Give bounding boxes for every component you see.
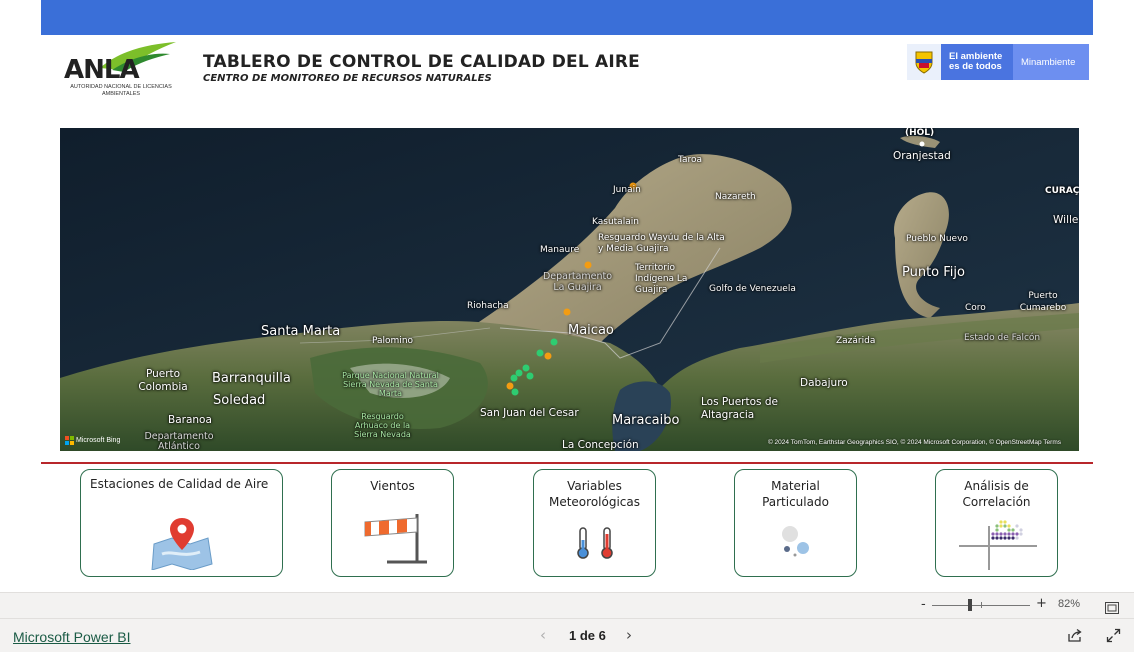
station-marker[interactable] — [510, 374, 518, 382]
station-marker[interactable] — [536, 349, 544, 357]
page-indicator: 1 de 6 — [569, 628, 606, 643]
map-label-pueblo-nuevo: Pueblo Nuevo — [906, 234, 968, 244]
map-label-santa-marta: Santa Marta — [261, 324, 341, 339]
top-banner — [41, 0, 1093, 35]
nav-card-estaciones[interactable]: Estaciones de Calidad de Aire — [80, 469, 283, 577]
city-dot — [919, 141, 925, 147]
map-label-riohacha: Riohacha — [467, 301, 509, 311]
map-label-kasutalain: Kasutalain — [592, 217, 639, 227]
footer-bar: Microsoft Power BI ‹ 1 de 6 › — [0, 618, 1134, 652]
powerbi-report-viewer: ANLA AUTORIDAD NACIONAL DE LICENCIAS AMB… — [0, 0, 1134, 652]
thermometer-icon — [573, 526, 617, 564]
station-marker[interactable] — [511, 388, 519, 396]
map-provider: Microsoft Bing — [76, 437, 121, 444]
station-marker[interactable] — [522, 364, 530, 372]
station-marker[interactable] — [526, 372, 534, 380]
map-label-la-concepcion: La Concepción — [562, 439, 639, 451]
powerbi-link[interactable]: Microsoft Power BI — [13, 629, 130, 645]
zoom-slider-thumb[interactable] — [968, 599, 972, 611]
map-label-parque-nacional: Parque Nacional Natural Sierra Nevada de… — [342, 371, 439, 398]
map-label-palomino: Palomino — [372, 336, 414, 346]
station-marker[interactable] — [563, 308, 571, 316]
zoom-out-button[interactable]: - — [921, 597, 926, 612]
map-label-hol: (HOL) — [905, 128, 935, 138]
map-label-puerto-colombia: Puerto Colombia — [138, 368, 188, 393]
minambiente-slogan: El ambiente es de todos — [949, 51, 1003, 72]
nav-card-label: Variables Meteorológicas — [548, 479, 640, 509]
map-label-soledad: Soledad — [213, 393, 266, 408]
map-label-manaure: Manaure — [540, 245, 580, 255]
nav-card-label: Estaciones de Calidad de Aire — [90, 477, 269, 491]
nav-card-label: Material Particulado — [762, 479, 829, 509]
map-pin-icon — [150, 514, 214, 574]
map-label-departamento-guajira: Departamento La Guajira — [542, 271, 613, 293]
map-label-estado-falcon: Estado de Falcón — [964, 333, 1041, 343]
zoom-level: 82% — [1058, 598, 1081, 610]
map-label-wille: Wille — [1053, 214, 1079, 226]
map-label-puerto-cumarebo: Puerto Cumarebo — [1019, 291, 1067, 313]
map-label-resguardo-arhuaco: Resguardo Arhuaco de la Sierra Nevada — [354, 412, 411, 439]
map-label-san-juan: San Juan del Cesar — [480, 407, 579, 419]
map-label-los-puertos: Los Puertos de Altagracia — [701, 396, 778, 421]
map-label-maracaibo: Maracaibo — [612, 413, 680, 428]
map-label-territorio-indigena: Territorio Indígena La Guajira — [635, 263, 688, 295]
bing-logo: Microsoft Bing — [65, 436, 120, 445]
map-label-dabajuro: Dabajuro — [800, 377, 848, 389]
nav-card-material-particulado[interactable]: Material Particulado — [734, 469, 857, 577]
share-icon[interactable] — [1067, 628, 1082, 643]
map-label-resguardo-wayuu: Resguardo Wayúu de la Alta y Media Guaji… — [598, 233, 725, 254]
windsock-icon — [357, 504, 429, 570]
zoom-bar: - + 82% — [0, 592, 1134, 618]
zoom-slider-default-tick — [981, 602, 982, 608]
zoom-in-button[interactable]: + — [1036, 596, 1047, 611]
fit-to-page-icon[interactable] — [1105, 599, 1119, 614]
map-copyright: © 2024 TomTom, Earthstar Geographics SIO… — [767, 439, 1061, 446]
nav-card-label: Vientos — [370, 479, 415, 493]
page-subtitle: CENTRO DE MONITOREO DE RECURSOS NATURALE… — [203, 73, 492, 84]
map-label-maicao: Maicao — [568, 323, 614, 338]
map-label-junain: Junain — [613, 185, 641, 195]
particles-icon — [778, 524, 814, 562]
next-page-button[interactable]: › — [626, 626, 632, 644]
map-label-punto-fijo: Punto Fijo — [902, 265, 965, 280]
map-label-nazareth: Nazareth — [715, 192, 756, 202]
map-label-taroa: Taroa — [678, 155, 703, 165]
nav-card-label: Análisis de Correlación — [962, 479, 1031, 509]
minambiente-logo: El ambiente es de todos Minambiente — [907, 44, 1089, 80]
anla-logo-subtext: AUTORIDAD NACIONAL DE LICENCIAS AMBIENTA… — [70, 84, 172, 97]
map-label-golfo: Golfo de Venezuela — [709, 284, 796, 294]
map-label-curacao: CURAÇ — [1045, 186, 1079, 196]
colombia-shield-icon — [907, 44, 941, 80]
fullscreen-icon[interactable] — [1106, 628, 1121, 643]
section-divider — [41, 462, 1093, 464]
map-label-zazarida: Zazárida — [836, 336, 876, 346]
minambiente-name: Minambiente — [1013, 44, 1089, 80]
station-marker[interactable] — [584, 261, 592, 269]
scatter-icon — [957, 518, 1037, 574]
station-marker[interactable] — [506, 382, 514, 390]
nav-card-analisis-correlacion[interactable]: Análisis de Correlación — [935, 469, 1058, 577]
map-label-barranquilla: Barranquilla — [212, 371, 291, 386]
nav-card-variables-meteorologicas[interactable]: Variables Meteorológicas — [533, 469, 656, 577]
nav-card-vientos[interactable]: Vientos — [331, 469, 454, 577]
anla-logo-text: ANLA — [64, 55, 139, 85]
map-label-oranjestad: Oranjestad — [893, 150, 951, 162]
station-marker[interactable] — [515, 369, 523, 377]
stations-map[interactable]: (HOL) Oranjestad CURAÇ Wille Taroa Junai… — [60, 128, 1079, 451]
page-title: TABLERO DE CONTROL DE CALIDAD DEL AIRE — [203, 52, 640, 72]
report-canvas: ANLA AUTORIDAD NACIONAL DE LICENCIAS AMB… — [0, 0, 1134, 592]
microsoft-logo-icon — [65, 436, 74, 445]
map-label-coro: Coro — [965, 303, 986, 313]
map-label-departamento-atlantico: Departamento Atlántico — [144, 431, 214, 452]
map-label-baranoa: Baranoa — [168, 414, 212, 426]
station-marker[interactable] — [544, 352, 552, 360]
station-marker[interactable] — [550, 338, 558, 346]
previous-page-button[interactable]: ‹ — [540, 626, 546, 644]
